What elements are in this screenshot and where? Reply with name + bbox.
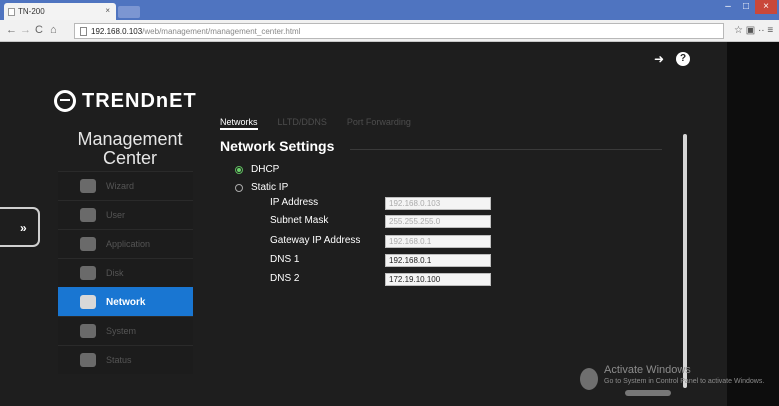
url-path: /web/management/management_center.html <box>142 27 301 36</box>
back-icon[interactable]: ← <box>6 24 17 36</box>
watermark-pill <box>625 390 671 396</box>
close-window-button[interactable]: × <box>755 0 777 14</box>
browser-tab-bar: TN-200 × – □ × <box>0 0 779 20</box>
sidebar-item-label: System <box>106 326 137 336</box>
content-scrollbar[interactable] <box>683 134 687 388</box>
gateway-row: Gateway IP Address 192.168.0.1 <box>270 235 500 249</box>
dns2-field[interactable]: 172.19.10.100 <box>385 273 491 286</box>
section-divider <box>350 149 662 150</box>
subnet-mask-field[interactable]: 255.255.255.0 <box>385 215 491 228</box>
title-line-2: Center <box>102 148 158 168</box>
right-margin <box>727 42 779 406</box>
page-document-icon <box>80 27 87 36</box>
application-icon <box>80 237 96 251</box>
trendnet-logo: TRENDnET <box>54 88 197 114</box>
radio-selected-icon <box>235 165 243 174</box>
sidebar-item-label: Wizard <box>106 181 135 191</box>
dns2-label: DNS 2 <box>270 273 300 284</box>
ip-address-row: IP Address 192.168.0.103 <box>270 197 500 211</box>
sidebar-item-status[interactable]: Status <box>58 345 193 374</box>
gateway-field[interactable]: 192.168.0.1 <box>385 235 491 248</box>
maximize-button[interactable]: □ <box>737 0 755 14</box>
gateway-label: Gateway IP Address <box>270 235 361 246</box>
disk-icon <box>80 266 96 280</box>
subnet-mask-label: Subnet Mask <box>270 215 329 226</box>
address-bar-row: ← → C ⌂ 192.168.0.103/web/management/man… <box>0 20 779 42</box>
url-host: 192.168.0.103 <box>91 27 143 36</box>
expand-sidebar-button[interactable]: » <box>0 207 40 247</box>
watermark-title: Activate Windows <box>604 364 691 376</box>
watermark-subtitle: Go to System in Control Panel to activat… <box>604 378 765 385</box>
browser-tab-title: TN-200 <box>18 7 45 16</box>
ip-address-label: IP Address <box>270 197 319 208</box>
new-tab-button[interactable] <box>118 6 140 18</box>
dns1-field[interactable]: 192.168.0.1 <box>385 254 491 267</box>
subnet-mask-row: Subnet Mask 255.255.255.0 <box>270 215 500 229</box>
section-title: Network Settings <box>220 138 335 154</box>
sidebar-item-label: User <box>106 210 126 220</box>
static-ip-radio[interactable]: Static IP <box>235 182 288 193</box>
sidebar-item-application[interactable]: Application <box>58 229 193 258</box>
settings-tabs: Networks LLTD/DDNS Port Forwarding <box>220 117 411 130</box>
sidebar-item-network[interactable]: Network <box>58 287 193 316</box>
network-icon <box>80 295 96 309</box>
dns2-row: DNS 2 172.19.10.100 <box>270 273 500 287</box>
page-favicon-icon <box>8 8 15 16</box>
logout-icon[interactable]: ➜ <box>652 52 666 66</box>
tab-port-forwarding[interactable]: Port Forwarding <box>347 117 411 130</box>
system-icon <box>80 324 96 338</box>
user-icon <box>80 208 96 222</box>
sidebar-menu: Wizard User Application Disk Network Sys… <box>58 171 193 374</box>
tab-lltd-ddns[interactable]: LLTD/DDNS <box>278 117 327 130</box>
tab-networks[interactable]: Networks <box>220 117 258 130</box>
forward-icon[interactable]: → <box>20 24 31 36</box>
key-icon <box>580 368 598 390</box>
management-center-title: Management Center <box>60 130 200 168</box>
sidebar-item-system[interactable]: System <box>58 316 193 345</box>
sidebar-item-label: Network <box>106 296 146 308</box>
address-input[interactable]: 192.168.0.103/web/management/management_… <box>74 23 724 39</box>
radio-unselected-icon <box>235 183 243 192</box>
sidebar-item-user[interactable]: User <box>58 200 193 229</box>
trendnet-logo-icon <box>54 90 76 112</box>
ip-address-field[interactable]: 192.168.0.103 <box>385 197 491 210</box>
dhcp-label: DHCP <box>251 164 280 175</box>
static-ip-label: Static IP <box>251 182 289 193</box>
sidebar-item-label: Application <box>106 239 151 249</box>
help-icon[interactable]: ? <box>676 52 690 66</box>
logo-text: TRENDnET <box>82 89 197 112</box>
dns1-label: DNS 1 <box>270 254 300 265</box>
sidebar-item-disk[interactable]: Disk <box>58 258 193 287</box>
browser-tab[interactable]: TN-200 × <box>4 3 116 20</box>
sidebar-item-wizard[interactable]: Wizard <box>58 171 193 200</box>
status-icon <box>80 353 96 367</box>
minimize-button[interactable]: – <box>719 0 737 14</box>
title-line-1: Management <box>77 129 183 149</box>
management-page: TRENDnET ➜ ? Management Center Wizard Us… <box>0 42 779 406</box>
wizard-icon <box>80 179 96 193</box>
dns1-row: DNS 1 192.168.0.1 <box>270 254 500 268</box>
tab-close-icon[interactable]: × <box>105 6 110 15</box>
reload-icon[interactable]: C <box>35 24 43 36</box>
browser-extension-icons[interactable]: ☆ ▣ ·· ≡ <box>734 25 773 36</box>
sidebar-item-label: Disk <box>106 268 124 278</box>
sidebar-item-label: Status <box>106 355 132 365</box>
dhcp-radio[interactable]: DHCP <box>235 164 279 175</box>
home-icon[interactable]: ⌂ <box>50 24 57 36</box>
